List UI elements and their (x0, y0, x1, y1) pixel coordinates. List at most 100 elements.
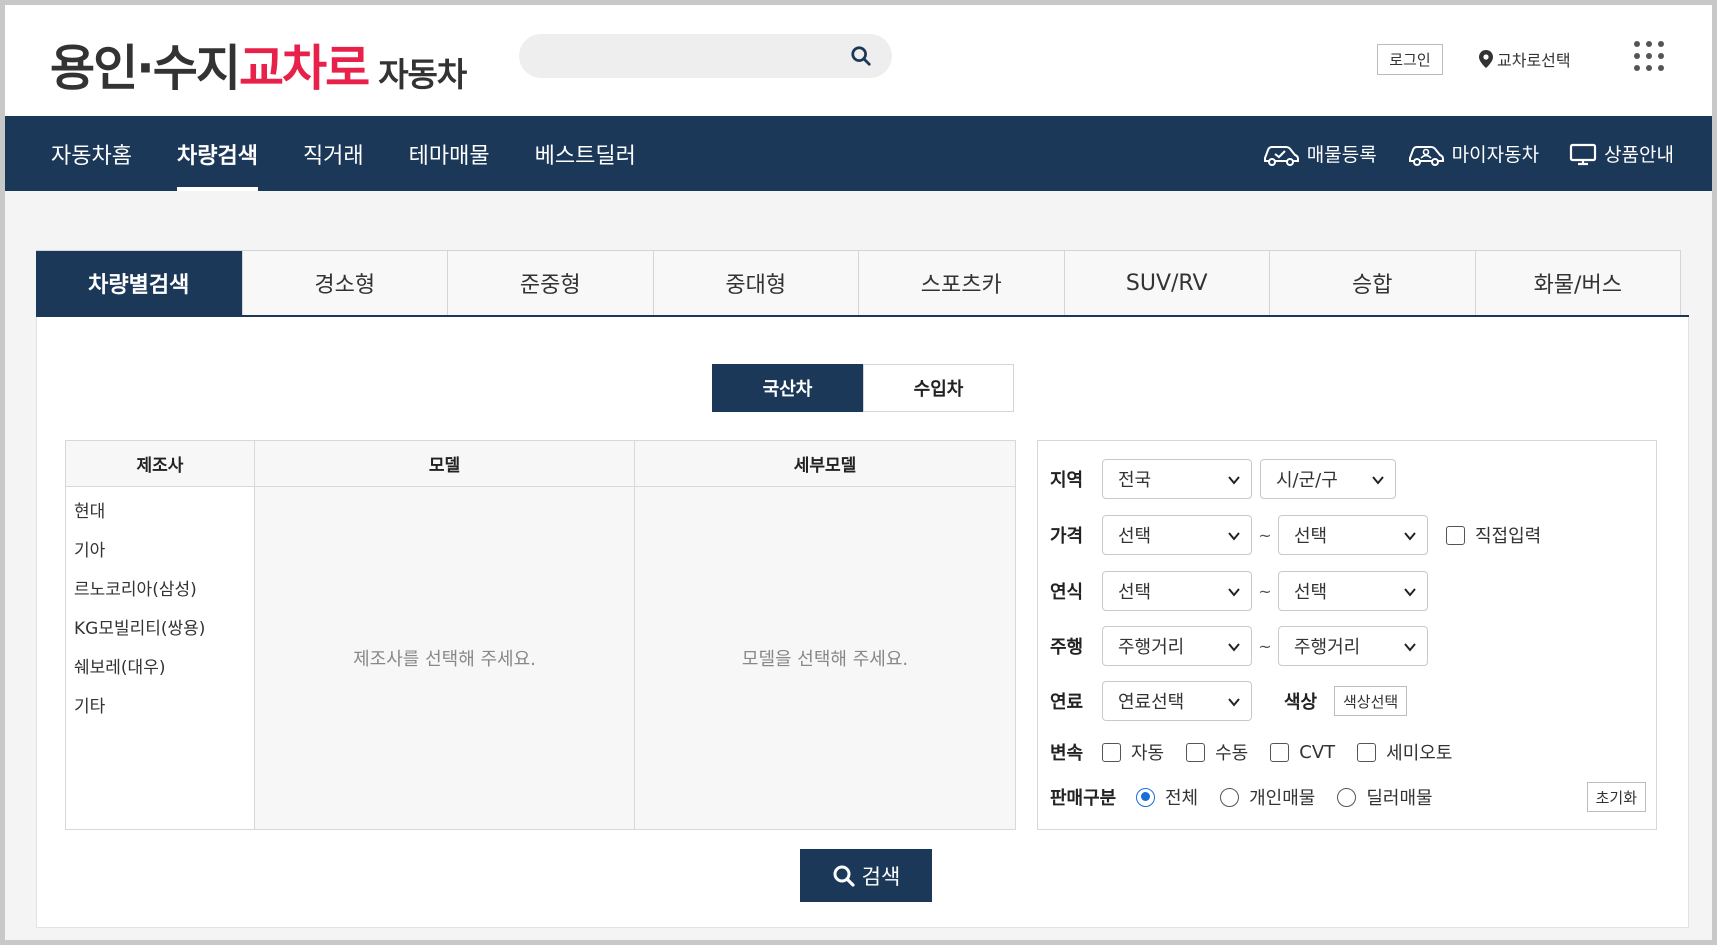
region-select-link[interactable]: 교차로선택 (1479, 45, 1571, 73)
chevron-down-icon (1372, 476, 1384, 485)
price-to-select[interactable]: 선택 (1278, 515, 1428, 555)
sale-type-row: 판매구분 전체 개인매물 딜러매물 초기화 (1050, 777, 1646, 817)
chevron-down-icon (1404, 532, 1416, 541)
register-listing-link[interactable]: 매물등록 (1262, 140, 1377, 167)
maker-list: 현대 기아 르노코리아(삼성) KG모빌리티(쌍용) 쉐보레(대우) 기타 (66, 487, 254, 829)
sale-type-private-radio[interactable]: 개인매물 (1220, 784, 1315, 810)
sale-type-label: 판매구분 (1050, 788, 1117, 809)
origin-toggle: 국산차 수입차 (712, 364, 1014, 412)
tab-semi-midsize[interactable]: 준중형 (447, 251, 653, 315)
maker-header: 제조사 (66, 441, 254, 487)
site-search (519, 34, 892, 78)
search-icon[interactable] (850, 45, 872, 67)
transmission-cvt-label: CVT (1299, 741, 1336, 763)
region-sigungu-value: 시/군/구 (1276, 470, 1338, 491)
year-to-select[interactable]: 선택 (1278, 571, 1428, 611)
tab-midsize-large[interactable]: 중대형 (652, 251, 859, 315)
fuel-value: 연료선택 (1118, 692, 1185, 713)
mileage-from-select[interactable]: 주행거리 (1102, 626, 1252, 666)
fuel-select[interactable]: 연료선택 (1102, 681, 1252, 721)
maker-item-chevrolet[interactable]: 쉐보레(대우) (74, 649, 254, 688)
region-sigungu-select[interactable]: 시/군/구 (1260, 459, 1396, 499)
search-input[interactable] (537, 34, 837, 78)
radio-icon (1220, 787, 1240, 807)
nav-item-direct-deal[interactable]: 직거래 (303, 116, 364, 191)
price-from-select[interactable]: 선택 (1102, 515, 1252, 555)
maker-item-hyundai[interactable]: 현대 (74, 493, 254, 532)
my-car-label: 마이자동차 (1451, 144, 1540, 166)
chevron-down-icon (1404, 643, 1416, 652)
site-header: 용인·수지 교차로 자동차 로그인 교차로선택 (5, 5, 1712, 116)
region-link-label: 교차로선택 (1497, 51, 1571, 70)
vehicle-category-tabs: 차량별검색 경소형 준중형 중대형 스포츠카 SUV/RV 승합 화물/버스 (36, 250, 1681, 316)
transmission-manual-checkbox[interactable]: 수동 (1186, 739, 1248, 765)
nav-item-best-dealer[interactable]: 베스트딜러 (535, 116, 636, 191)
chevron-down-icon (1228, 643, 1240, 652)
product-guide-link[interactable]: 상품안내 (1569, 140, 1674, 167)
domestic-car-button[interactable]: 국산차 (712, 364, 863, 412)
maker-item-other[interactable]: 기타 (74, 688, 254, 727)
region-sido-select[interactable]: 전국 (1102, 459, 1252, 499)
mileage-to-select[interactable]: 주행거리 (1278, 626, 1428, 666)
product-guide-label: 상품안내 (1604, 144, 1674, 166)
my-car-link[interactable]: 마이자동차 (1407, 140, 1539, 167)
transmission-semiauto-checkbox[interactable]: 세미오토 (1357, 739, 1452, 765)
sale-type-dealer-radio[interactable]: 딜러매물 (1337, 784, 1433, 810)
login-button[interactable]: 로그인 (1377, 44, 1443, 75)
register-listing-label: 매물등록 (1306, 144, 1377, 166)
transmission-semiauto-label: 세미오토 (1386, 743, 1453, 764)
transmission-auto-checkbox[interactable]: 자동 (1102, 739, 1164, 765)
nav-item-theme-listings[interactable]: 테마매물 (409, 116, 490, 191)
all-menu-icon[interactable] (1634, 41, 1664, 71)
model-header: 모델 (255, 441, 634, 487)
reset-button[interactable]: 초기화 (1586, 782, 1646, 812)
sale-type-dealer-label: 딜러매물 (1366, 788, 1433, 809)
price-from-value: 선택 (1118, 526, 1152, 547)
mileage-label: 주행 (1050, 637, 1084, 658)
maker-model-selector: 제조사 현대 기아 르노코리아(삼성) KG모빌리티(쌍용) 쉐보레(대우) 기… (65, 440, 1016, 830)
tab-search-by-vehicle[interactable]: 차량별검색 (36, 251, 242, 315)
tab-truck-bus[interactable]: 화물/버스 (1474, 251, 1681, 315)
maker-item-kg-mobility[interactable]: KG모빌리티(쌍용) (74, 610, 254, 649)
location-pin-icon (1479, 50, 1493, 68)
detail-model-placeholder: 모델을 선택해 주세요. (635, 487, 1015, 829)
price-label: 가격 (1050, 526, 1084, 547)
year-from-select[interactable]: 선택 (1102, 571, 1252, 611)
tab-van[interactable]: 승합 (1269, 251, 1475, 315)
sale-type-all-label: 전체 (1165, 788, 1199, 809)
maker-column: 제조사 현대 기아 르노코리아(삼성) KG모빌리티(쌍용) 쉐보레(대우) 기… (66, 441, 255, 829)
price-direct-input-checkbox[interactable]: 직접입력 (1446, 522, 1541, 548)
model-column: 모델 제조사를 선택해 주세요. (255, 441, 635, 829)
nav-item-car-search[interactable]: 차량검색 (176, 116, 258, 191)
checkbox-icon (1270, 742, 1290, 762)
site-logo[interactable]: 용인·수지 교차로 자동차 (50, 29, 467, 100)
transmission-row: 변속 자동 수동 CVT 세미오토 (1050, 732, 1452, 772)
checkbox-icon (1446, 525, 1465, 545)
model-placeholder: 제조사를 선택해 주세요. (255, 487, 634, 829)
maker-item-renault-korea[interactable]: 르노코리아(삼성) (74, 571, 254, 610)
main-nav: 자동차홈 차량검색 직거래 테마매물 베스트딜러 매물등록 마이자동차 상품안내 (5, 116, 1712, 191)
transmission-cvt-checkbox[interactable]: CVT (1270, 742, 1335, 763)
tab-suv-rv[interactable]: SUV/RV (1063, 251, 1270, 315)
maker-item-kia[interactable]: 기아 (74, 532, 254, 571)
imported-car-button[interactable]: 수입차 (863, 364, 1014, 412)
search-button[interactable]: 검색 (800, 849, 932, 902)
detail-model-header: 세부모델 (635, 441, 1015, 487)
mileage-row: 주행 주행거리 ~ 주행거리 (1050, 626, 1428, 666)
nav-item-car-home[interactable]: 자동차홈 (51, 116, 132, 191)
sale-type-all-radio[interactable]: 전체 (1136, 784, 1198, 810)
transmission-manual-label: 수동 (1215, 743, 1249, 764)
color-label: 색상 (1284, 692, 1318, 713)
color-select-button[interactable]: 색상선택 (1334, 686, 1408, 716)
search-button-label: 검색 (861, 864, 901, 889)
logo-brand: 교차로 (238, 40, 370, 97)
price-to-value: 선택 (1294, 526, 1328, 547)
year-label: 연식 (1050, 582, 1084, 603)
mileage-range-separator: ~ (1258, 636, 1272, 656)
tab-compact[interactable]: 경소형 (241, 251, 448, 315)
sale-type-private-label: 개인매물 (1249, 788, 1316, 809)
tab-sports-car[interactable]: 스포츠카 (858, 251, 1064, 315)
chevron-down-icon (1228, 532, 1240, 541)
page-frame: 용인·수지 교차로 자동차 로그인 교차로선택 자동차홈 차량검색 직거래 테마… (5, 5, 1712, 940)
transmission-label: 변속 (1050, 743, 1084, 764)
